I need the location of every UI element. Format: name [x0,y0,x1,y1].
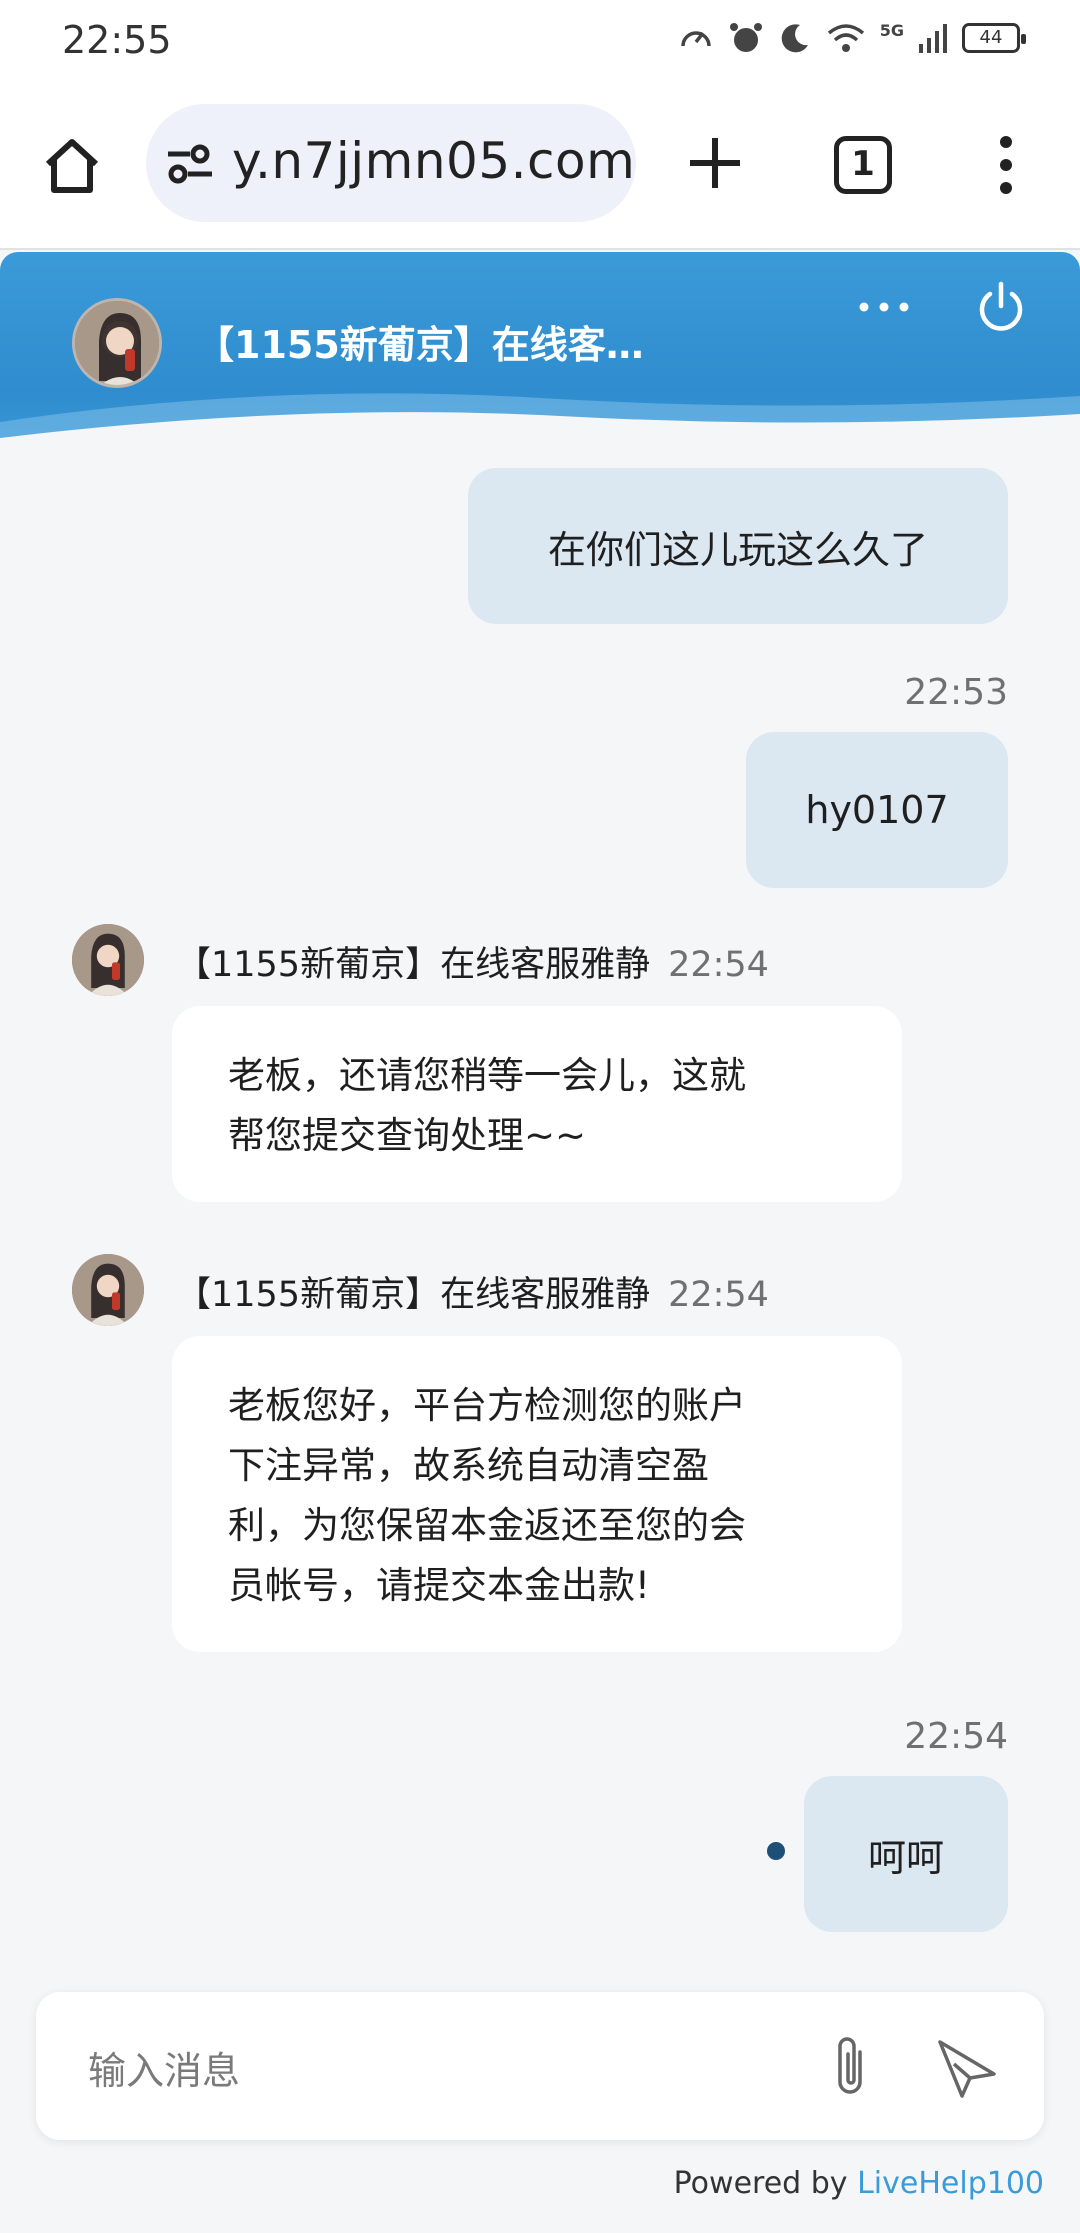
message-line: 老板，还请您稍等一会儿，这就 [228,1054,746,1097]
sender-name: 【1155新葡京】在线客服雅静 [176,1275,651,1315]
send-icon[interactable] [934,2034,1000,2100]
status-time: 22:55 [62,18,172,62]
message-line: 老板您好，平台方检测您的账户 [228,1384,746,1427]
home-icon[interactable] [40,134,104,198]
tune-icon[interactable] [164,142,216,186]
power-icon[interactable] [974,280,1028,334]
chat-title: 【1155新葡京】在线客… [196,323,644,367]
outgoing-message: hy0107 [746,732,1008,888]
address-bar[interactable]: y.n7jjmn05.com [146,104,636,222]
tabs-icon[interactable]: 1 [834,136,892,194]
browser-toolbar: y.n7jjmn05.com 1 [0,90,1080,250]
unread-dot [767,1842,785,1860]
message-text: hy0107 [805,788,949,832]
powered-brand-link[interactable]: LiveHelp100 [857,2166,1044,2201]
message-time: 22:53 [904,672,1008,713]
network-type: 5G [879,20,904,40]
powered-by: Powered by LiveHelp100 [674,2166,1044,2201]
message-line: 员帐号，请提交本金出款! [228,1564,650,1607]
sender-line: 【1155新葡京】在线客服雅静 22:54 [176,1266,769,1317]
sender-name: 【1155新葡京】在线客服雅静 [176,945,651,985]
message-list: 在你们这儿玩这么久了 22:53 hy0107 【1155新葡京】在线客服雅静 2… [0,452,1080,1982]
message-input[interactable]: 输入消息 [36,1992,1044,2140]
header-wave [0,393,1080,452]
battery-indicator: 44 [962,23,1026,53]
wifi-icon [827,24,864,52]
speedometer-icon [680,31,711,47]
sender-avatar [72,1254,144,1326]
status-icons: 5G 44 [678,20,1026,56]
message-line: 利，为您保留本金返还至您的会 [228,1504,746,1547]
sender-avatar [72,924,144,996]
outgoing-message: 呵呵 [804,1776,1008,1932]
outgoing-message: 在你们这儿玩这么久了 [468,468,1008,624]
paperclip-icon[interactable] [822,2032,878,2100]
message-line: 下注异常，故系统自动清空盈 [228,1444,709,1487]
incoming-message: 老板，还请您稍等一会儿，这就 帮您提交查询处理~~ [172,1006,902,1202]
signal-icon [919,24,947,53]
screen: 22:55 5G 44 y.n7jjmn05.com 1 【1155新葡京】在线… [0,0,1080,2233]
message-line: 帮您提交查询处理~~ [228,1114,587,1157]
message-text: 呵呵 [867,1835,944,1880]
message-text: 在你们这儿玩这么久了 [547,527,928,572]
message-time: 22:54 [668,1275,769,1315]
moon-icon [781,24,808,53]
agent-avatar [72,298,162,388]
alarm-icon [729,23,762,52]
message-time: 22:54 [668,945,769,985]
more-vert-icon[interactable] [984,134,1028,196]
message-time: 22:54 [904,1716,1008,1757]
plus-icon[interactable] [684,132,746,194]
powered-prefix: Powered by [673,2166,858,2201]
incoming-message: 老板您好，平台方检测您的账户 下注异常，故系统自动清空盈 利，为您保留本金返还至… [172,1336,902,1652]
input-placeholder: 输入消息 [88,2049,241,2093]
more-horiz-icon[interactable] [856,292,912,322]
chat-header: 【1155新葡京】在线客… [0,252,1080,452]
url-text: y.n7jjmn05.com [232,132,636,190]
status-bar: 22:55 5G 44 [0,0,1080,90]
sender-line: 【1155新葡京】在线客服雅静 22:54 [176,936,769,987]
